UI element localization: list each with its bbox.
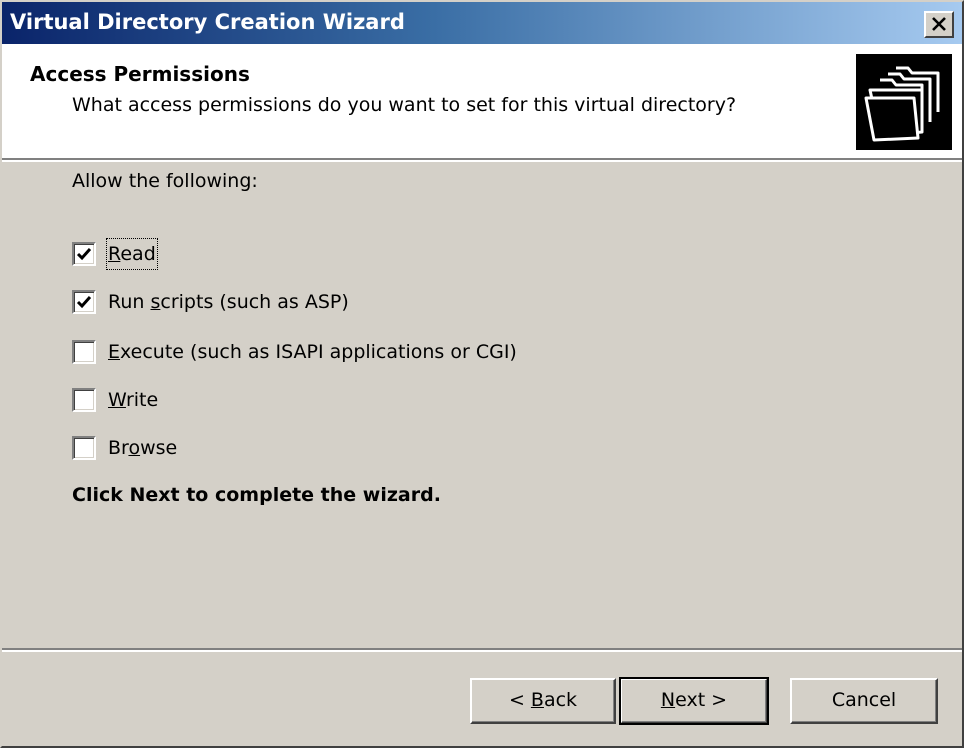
close-icon [932, 17, 946, 31]
checkbox-label: Browse [108, 437, 178, 459]
back-button[interactable]: < Back [470, 678, 616, 724]
folders-icon [856, 54, 952, 150]
checkbox-label: Write [108, 389, 159, 411]
checkbox-box[interactable] [72, 388, 96, 412]
completion-note: Click Next to complete the wizard. [72, 484, 441, 506]
page-title: Access Permissions [30, 62, 250, 86]
header-panel: Access Permissions What access permissio… [2, 44, 962, 158]
checkbox-box[interactable] [72, 242, 96, 266]
checkbox-box[interactable] [72, 340, 96, 364]
checkbox-box[interactable] [72, 290, 96, 314]
checkmark-icon [76, 296, 92, 309]
intro-label: Allow the following: [72, 170, 258, 192]
close-button[interactable] [924, 11, 954, 38]
title-bar[interactable]: Virtual Directory Creation Wizard [2, 2, 962, 44]
header-separator [2, 158, 962, 162]
checkbox-label: Execute (such as ISAPI applications or C… [108, 341, 517, 363]
cancel-button[interactable]: Cancel [790, 678, 938, 724]
wizard-window: Virtual Directory Creation Wizard Access… [0, 0, 964, 748]
footer-separator [2, 648, 962, 652]
window-title: Virtual Directory Creation Wizard [10, 10, 405, 34]
checkmark-icon [76, 248, 92, 261]
checkbox-label: Read [106, 238, 158, 270]
page-subtitle: What access permissions do you want to s… [72, 94, 737, 116]
checkbox-label: Run scripts (such as ASP) [108, 291, 349, 313]
checkbox-box[interactable] [72, 436, 96, 460]
next-button[interactable]: Next > [619, 677, 769, 725]
